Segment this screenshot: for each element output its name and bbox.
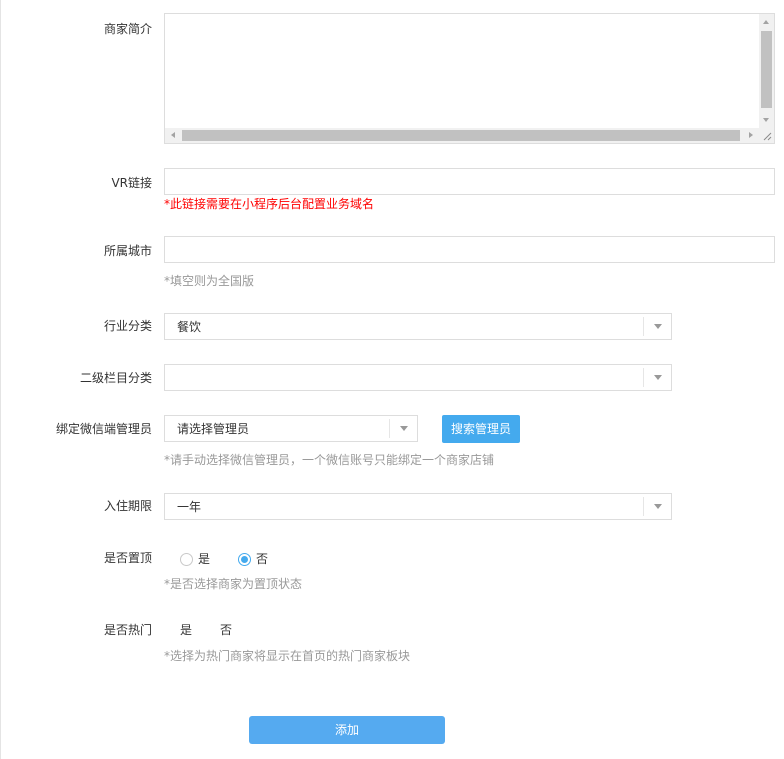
term-select[interactable]: 一年 [164, 493, 672, 520]
scroll-down-arrow-icon[interactable] [763, 118, 769, 122]
city-label: 所属城市 [103, 244, 152, 258]
chevron-down-icon [654, 375, 662, 380]
wechat-admin-selected-value: 请选择管理员 [177, 422, 250, 436]
scroll-up-arrow-icon[interactable] [763, 20, 769, 24]
industry-label: 行业分类 [103, 319, 152, 333]
pin-top-no-radio[interactable] [238, 553, 251, 566]
pin-top-label: 是否置顶 [103, 551, 152, 565]
hot-no-option[interactable]: 否 [220, 622, 232, 638]
city-hint: *填空则为全国版 [164, 274, 255, 288]
city-input[interactable] [164, 236, 775, 263]
vertical-scroll-thumb[interactable] [761, 31, 772, 108]
term-dropdown-toggle[interactable] [643, 497, 671, 516]
intro-vertical-scrollbar[interactable] [759, 14, 774, 128]
wechat-admin-select[interactable]: 请选择管理员 [164, 415, 418, 442]
intro-label: 商家简介 [103, 22, 152, 36]
industry-dropdown-toggle[interactable] [643, 317, 671, 336]
merchant-form: 商家简介 VR链接 *此链接需要在小程序后台配置业务域名 所属城市 *填空则为全… [0, 0, 784, 759]
add-button[interactable]: 添加 [249, 716, 445, 744]
resize-grip-icon[interactable] [759, 128, 774, 143]
sub-category-label: 二级栏目分类 [79, 371, 152, 385]
wechat-admin-hint: *请手动选择微信管理员，一个微信账号只能绑定一个商家店铺 [164, 453, 495, 467]
industry-selected-value: 餐饮 [177, 320, 202, 334]
hot-hint: *选择为热门商家将显示在首页的热门商家板块 [164, 649, 411, 663]
term-selected-value: 一年 [177, 500, 202, 514]
search-admin-button[interactable]: 搜索管理员 [442, 415, 520, 443]
horizontal-scroll-thumb[interactable] [182, 130, 740, 141]
vr-link-hint: *此链接需要在小程序后台配置业务域名 [164, 197, 375, 211]
intro-textarea[interactable] [164, 13, 775, 144]
vr-link-input[interactable] [164, 168, 775, 195]
term-label: 入住期限 [103, 499, 152, 513]
pin-top-yes-radio[interactable] [180, 553, 193, 566]
chevron-down-icon [400, 426, 408, 431]
wechat-admin-label: 绑定微信端管理员 [55, 422, 152, 436]
industry-select[interactable]: 餐饮 [164, 313, 672, 340]
hot-yes-option[interactable]: 是 [180, 622, 192, 638]
vr-link-label: VR链接 [111, 176, 152, 190]
pin-top-yes-label[interactable]: 是 [198, 551, 210, 567]
chevron-down-icon [654, 504, 662, 509]
chevron-down-icon [654, 324, 662, 329]
scroll-left-arrow-icon[interactable] [171, 132, 175, 138]
wechat-admin-dropdown-toggle[interactable] [389, 419, 417, 438]
intro-horizontal-scrollbar[interactable] [165, 128, 759, 143]
sub-category-dropdown-toggle[interactable] [643, 368, 671, 387]
sub-category-select[interactable] [164, 364, 672, 391]
pin-top-hint: *是否选择商家为置顶状态 [164, 577, 303, 591]
scroll-right-arrow-icon[interactable] [749, 132, 753, 138]
pin-top-no-label[interactable]: 否 [256, 551, 268, 567]
hot-label: 是否热门 [103, 623, 152, 637]
